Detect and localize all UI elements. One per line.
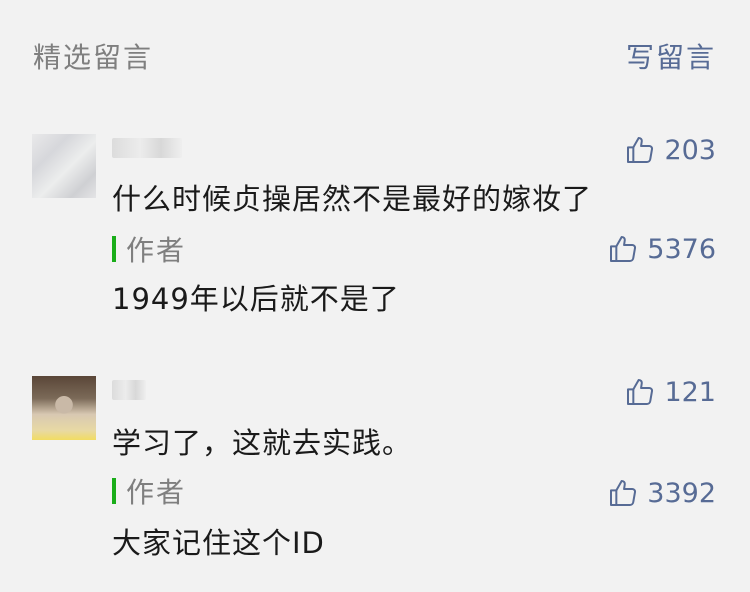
thumbs-up-icon (610, 480, 637, 507)
reply-text: 1949年以后就不是了 (112, 282, 400, 316)
author-reply-label: 作者 (112, 474, 187, 509)
write-comment-button[interactable]: 写留言 (626, 36, 716, 76)
author-label-text: 作者 (126, 234, 187, 267)
avatar-image (32, 134, 96, 198)
thumbs-up-icon (610, 236, 637, 263)
author-label-text: 作者 (126, 476, 187, 509)
nickname-blurred (112, 134, 182, 162)
reply-like-count: 3392 (647, 477, 716, 509)
author-indicator-bar (112, 236, 116, 262)
comment-text: 学习了，这就去实践。 (112, 426, 413, 460)
thumbs-up-icon (627, 379, 654, 406)
reply-like-button[interactable]: 5376 (607, 232, 716, 266)
avatar[interactable] (32, 134, 96, 198)
like-count: 121 (664, 376, 716, 408)
reply-like-count: 5376 (647, 233, 716, 265)
like-button[interactable]: 203 (624, 133, 716, 167)
avatar[interactable] (32, 376, 96, 440)
like-count: 203 (664, 134, 716, 166)
like-button[interactable]: 121 (624, 375, 716, 409)
author-indicator-bar (112, 478, 116, 504)
author-reply-label: 作者 (112, 232, 187, 267)
avatar-image (32, 376, 96, 440)
comments-header: 精选留言 写留言 (0, 0, 750, 110)
comment-text: 什么时候贞操居然不是最好的嫁妆了 (112, 182, 593, 216)
thumbs-up-icon (627, 137, 654, 164)
reply-like-button[interactable]: 3392 (607, 476, 716, 510)
reply-text: 大家记住这个ID (112, 526, 325, 560)
nickname-blurred (112, 376, 146, 404)
section-title: 精选留言 (33, 41, 154, 74)
